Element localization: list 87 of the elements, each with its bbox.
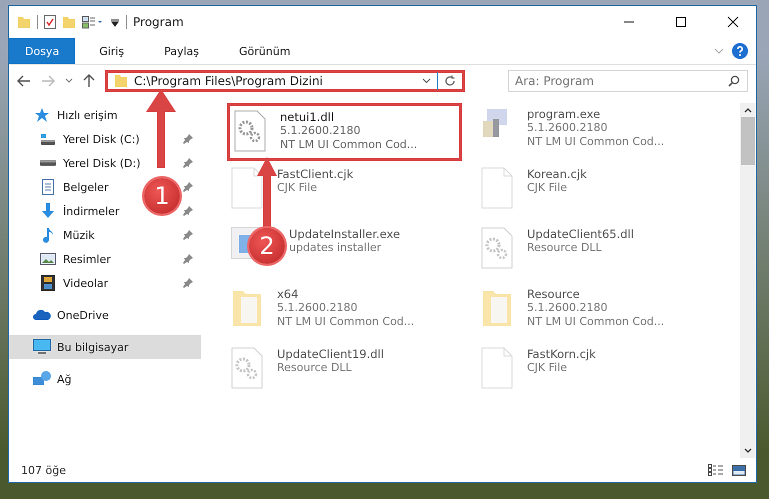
file-name: UpdateInstaller.exe bbox=[289, 227, 400, 241]
sidebar-item[interactable]: Videolar bbox=[9, 271, 112, 295]
ribbon-tab[interactable]: Dosya bbox=[9, 38, 76, 64]
pin-icon[interactable] bbox=[183, 158, 193, 168]
drive-icon bbox=[40, 160, 56, 166]
file-detail: NT LM UI Common Cod... bbox=[277, 315, 414, 329]
sidebar-item[interactable]: Belgeler bbox=[9, 175, 112, 199]
ribbon-tab[interactable]: Paylaş bbox=[148, 38, 215, 64]
refresh-icon[interactable] bbox=[444, 75, 456, 87]
sidebar-item[interactable]: Bu bilgisayar bbox=[9, 335, 201, 359]
highlighted-file-item[interactable]: netui1.dll 5.1.2600.2180 NT LM UI Common Cod... bbox=[227, 103, 462, 161]
file-detail: 5.1.2600.2180 bbox=[280, 124, 362, 138]
pin-icon[interactable] bbox=[183, 254, 193, 264]
window-title: Program bbox=[133, 15, 184, 29]
picture-icon bbox=[40, 252, 56, 266]
document-icon bbox=[481, 347, 513, 389]
dropdown-icon[interactable] bbox=[110, 17, 120, 27]
file-detail: Resource DLL bbox=[277, 361, 353, 375]
ribbon-tab[interactable]: Giriş bbox=[83, 38, 140, 64]
scrollbar[interactable] bbox=[740, 103, 756, 458]
ribbon-tab[interactable]: Görünüm bbox=[223, 38, 306, 64]
item-count: 107 öğe bbox=[21, 464, 66, 476]
details-view-icon[interactable] bbox=[708, 464, 724, 476]
network-icon bbox=[33, 371, 51, 387]
monitor-icon bbox=[33, 339, 51, 355]
sidebar-item[interactable]: Müzik bbox=[9, 223, 99, 247]
download-icon bbox=[40, 203, 56, 219]
step-number-badge: 2 bbox=[249, 228, 285, 264]
sidebar-item[interactable]: Hızlı erişim bbox=[9, 103, 122, 127]
sidebar-item[interactable]: Yerel Disk (C:) bbox=[9, 127, 144, 151]
search-icon bbox=[728, 75, 740, 87]
chevron-up-icon[interactable] bbox=[744, 107, 752, 113]
pin-icon[interactable] bbox=[183, 206, 193, 216]
gear-file-icon bbox=[481, 227, 513, 269]
document-icon bbox=[41, 179, 55, 195]
file-detail: NT LM UI Common Cod... bbox=[280, 138, 418, 152]
document-icon bbox=[481, 167, 513, 209]
folder-icon bbox=[114, 74, 128, 88]
file-name: Resource bbox=[527, 287, 581, 301]
file-detail: 5.1.2600.2180 bbox=[527, 301, 608, 315]
file-name: Korean.cjk bbox=[527, 167, 587, 181]
file-name: FastClient.cjk bbox=[277, 167, 354, 181]
sidebar-item[interactable]: Ağ bbox=[9, 367, 76, 391]
gear-file-icon bbox=[234, 110, 266, 152]
file-name: UpdateClient19.dll bbox=[277, 347, 384, 361]
file-detail: NT LM UI Common Cod... bbox=[527, 135, 664, 149]
search-field[interactable]: Ara: Program bbox=[508, 70, 748, 92]
sidebar-item[interactable]: OneDrive bbox=[9, 303, 113, 327]
address-path: C:\Program Files\Program Dizini bbox=[134, 74, 323, 88]
chevron-down-icon[interactable] bbox=[422, 78, 431, 84]
pin-icon[interactable] bbox=[183, 134, 193, 144]
music-note-icon bbox=[42, 227, 54, 243]
file-detail: CJK File bbox=[277, 181, 318, 195]
pin-icon[interactable] bbox=[183, 278, 193, 288]
file-name: program.exe bbox=[527, 107, 602, 121]
cloud-icon bbox=[33, 309, 51, 321]
checklist-icon[interactable] bbox=[44, 15, 56, 29]
properties-icon[interactable] bbox=[82, 15, 104, 29]
address-bar[interactable]: C:\Program Files\Program Dizini bbox=[105, 70, 465, 92]
document-icon bbox=[231, 167, 263, 209]
file-detail: 5.1.2600.2180 bbox=[527, 121, 608, 135]
scrollbar-thumb[interactable] bbox=[741, 117, 755, 165]
file-detail: 5.1.2600.2180 bbox=[277, 301, 358, 315]
sidebar-item[interactable]: İndirmeler bbox=[9, 199, 124, 223]
file-detail: Resource DLL bbox=[527, 241, 603, 255]
chevron-down-icon[interactable] bbox=[744, 448, 752, 454]
pin-icon[interactable] bbox=[183, 230, 193, 240]
sidebar-item[interactable]: Yerel Disk (D:) bbox=[9, 151, 145, 175]
file-name: UpdateClient65.dll bbox=[527, 227, 634, 241]
back-arrow-icon[interactable] bbox=[17, 75, 31, 87]
gear-file-icon bbox=[231, 347, 263, 389]
star-icon bbox=[34, 107, 50, 123]
help-icon[interactable] bbox=[732, 43, 748, 59]
tiles-view-icon[interactable] bbox=[732, 464, 746, 476]
file-name: x64 bbox=[277, 287, 300, 301]
step-number-badge: 1 bbox=[144, 178, 180, 214]
file-detail: CJK File bbox=[527, 181, 568, 195]
drive-icon bbox=[40, 133, 56, 145]
film-icon bbox=[41, 275, 55, 291]
pin-icon[interactable] bbox=[183, 182, 193, 192]
sidebar-item[interactable]: Resimler bbox=[9, 247, 115, 271]
up-arrow-icon[interactable] bbox=[83, 74, 95, 88]
file-detail: updates installer bbox=[289, 241, 382, 255]
file-detail: CJK File bbox=[527, 361, 568, 375]
file-name: FastKorn.cjk bbox=[527, 347, 596, 361]
file-name: netui1.dll bbox=[280, 110, 336, 124]
file-detail: NT LM UI Common Cod... bbox=[527, 315, 664, 329]
